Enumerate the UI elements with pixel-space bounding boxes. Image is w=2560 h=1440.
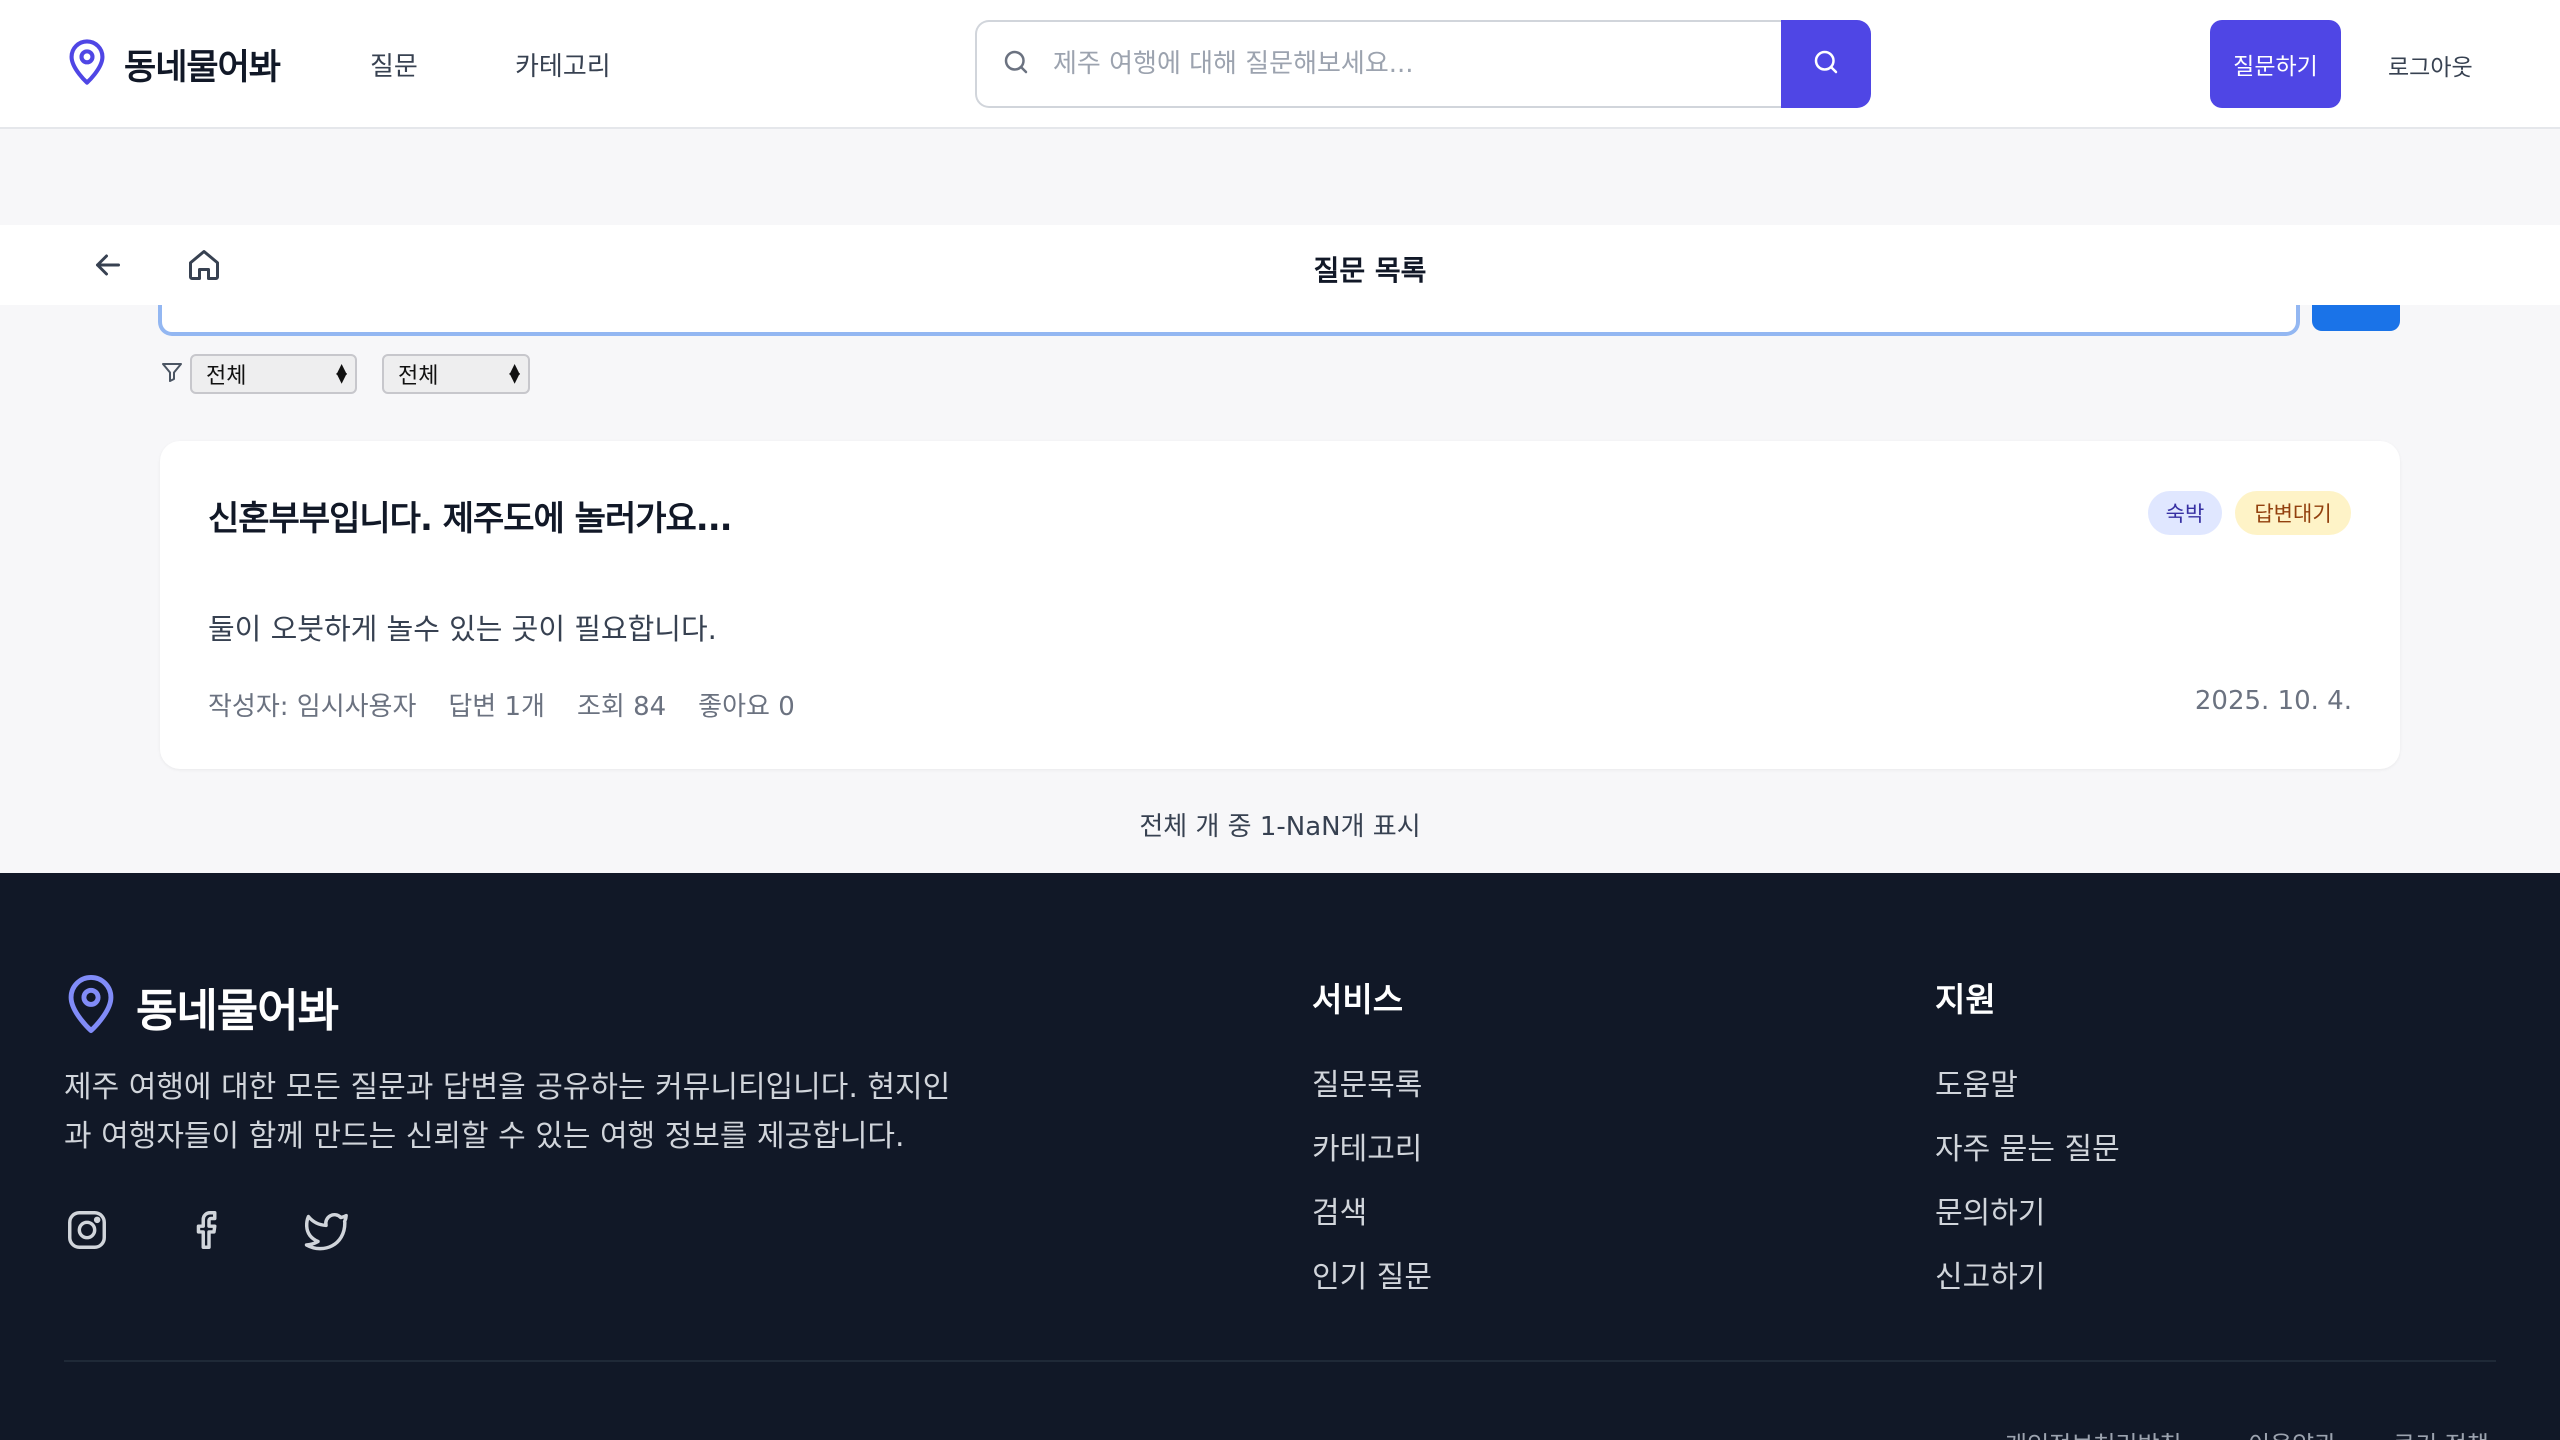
question-card[interactable]: 신혼부부입니다. 제주도에 놀러가요... 숙박 답변대기 둘이 오붓하게 놀수… [160,441,2400,769]
status-select[interactable]: 전체 ▲ ▼ [382,354,530,394]
search-icon [1001,47,1031,81]
footer-link-faq[interactable]: 자주 묻는 질문 [1935,1124,2120,1168]
author: 작성자: 임시사용자 [208,692,417,722]
footer-link-help[interactable]: 도움말 [1935,1060,2018,1104]
logout-button[interactable]: 로그아웃 [2388,48,2473,82]
filter-bar: 전체 ▲ ▼ 전체 ▲ ▼ [160,354,530,394]
like-count: 좋아요 0 [698,692,795,722]
page-subbar: 질문 목록 [0,225,2560,305]
footer-link-search[interactable]: 검색 [1312,1188,1367,1232]
footer-divider [64,1360,2496,1362]
nav-categories[interactable]: 카테고리 [515,46,611,83]
nav-questions[interactable]: 질문 [370,46,418,83]
map-pin-icon [64,973,118,1039]
search-button[interactable] [1781,20,1871,108]
footer-description: 제주 여행에 대한 모든 질문과 답변을 공유하는 커뮤니티입니다. 현지인과 … [64,1070,951,1154]
footer-link-report[interactable]: 신고하기 [1935,1252,2045,1296]
select-arrows-icon: ▲ ▼ [509,361,520,386]
logo-text: 동네물어봐 [124,47,281,88]
pagination-info: 전체 개 중 1-NaN개 표시 [1139,812,1421,842]
footer-link-terms[interactable]: 이용약관 [2248,1425,2336,1440]
top-header: 동네물어봐 질문 카테고리 질문하기 로그아웃 [0,0,2560,129]
footer-link-question-list[interactable]: 질문목록 [1312,1060,1422,1104]
filter-icon [160,360,184,388]
search-icon [1811,47,1841,81]
status-select-value: 전체 [398,364,439,389]
page-title: 질문 목록 [1313,254,1427,287]
category-badge: 숙박 [2148,491,2222,535]
select-arrows-icon: ▲ ▼ [336,361,347,386]
footer-link-cookies[interactable]: 쿠키 정책 [2393,1425,2489,1440]
view-count: 조회 84 [576,692,667,722]
twitter-icon[interactable] [304,1207,350,1257]
category-select-value: 전체 [206,364,247,389]
footer-link-categories[interactable]: 카테고리 [1312,1124,1422,1168]
footer-logo: 동네물어봐 [64,973,339,1039]
question-meta: 작성자: 임시사용자 답변 1개 조회 84 좋아요 0 [208,686,795,723]
footer: 동네물어봐 제주 여행에 대한 모든 질문과 답변을 공유하는 커뮤니티입니다.… [0,873,2560,1440]
map-pin-icon [66,38,108,90]
answer-count: 답변 1개 [448,692,545,722]
logo[interactable]: 동네물어봐 [66,38,281,90]
question-date: 2025. 10. 4. [2194,686,2352,716]
footer-link-contact[interactable]: 문의하기 [1935,1188,2045,1232]
status-badge: 답변대기 [2235,491,2351,535]
header-search [975,20,1871,108]
support-title: 지원 [1935,980,1996,1019]
footer-link-popular[interactable]: 인기 질문 [1312,1252,1432,1296]
question-body: 둘이 오붓하게 놀수 있는 곳이 필요합니다. [208,612,717,646]
footer-link-privacy[interactable]: 개인정보처리방침 [2005,1425,2182,1440]
instagram-icon[interactable] [64,1207,110,1257]
footer-brand: 동네물어봐 [136,983,339,1037]
search-box [975,20,1781,108]
ask-question-button[interactable]: 질문하기 [2210,20,2341,108]
category-select[interactable]: 전체 ▲ ▼ [190,354,357,394]
facebook-icon[interactable] [186,1207,232,1257]
question-title[interactable]: 신혼부부입니다. 제주도에 놀러가요... [208,491,733,540]
services-title: 서비스 [1312,980,1404,1019]
search-input[interactable] [1053,49,1753,79]
